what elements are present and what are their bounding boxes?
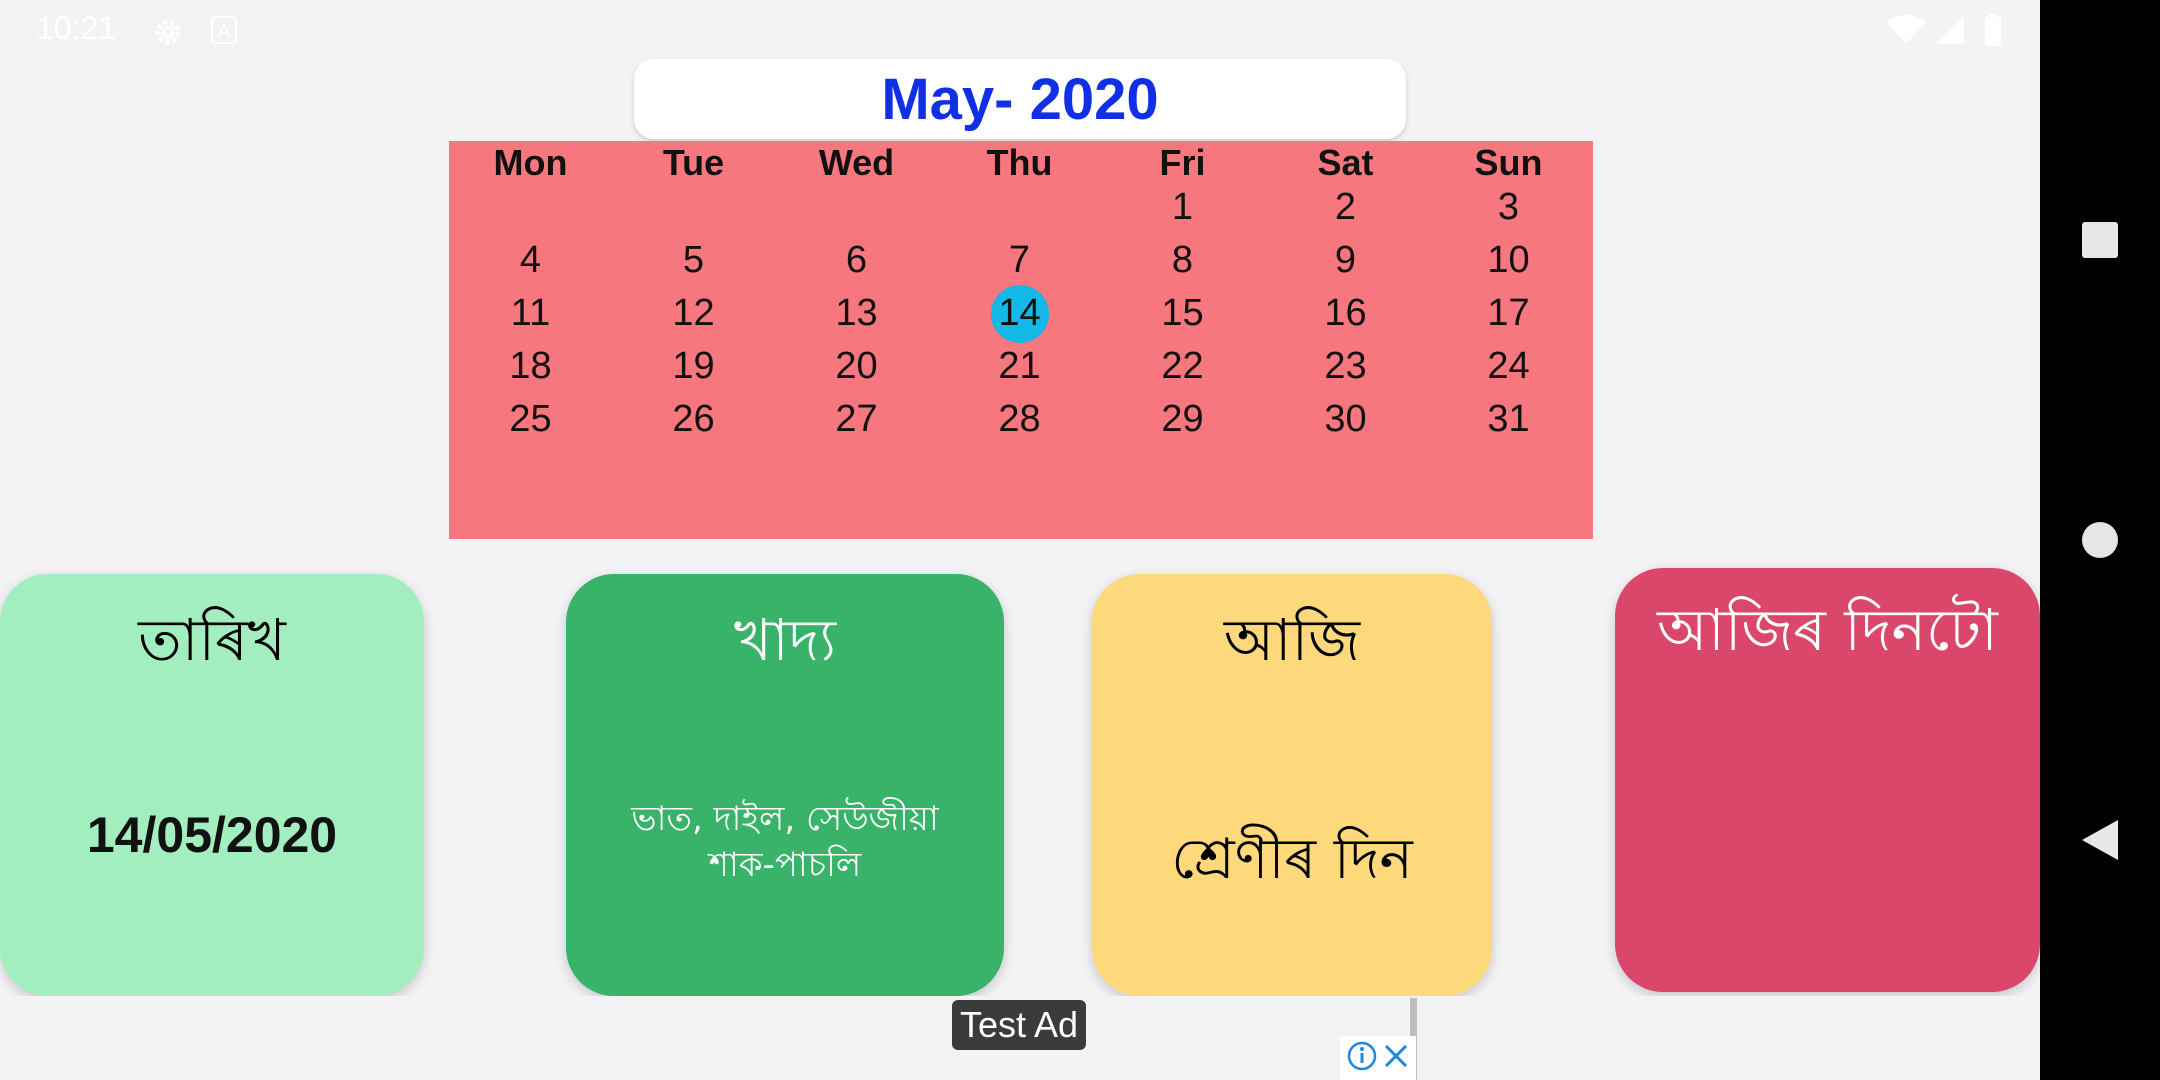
wifi-icon (1886, 14, 1926, 50)
day-cell[interactable]: 20 (775, 340, 938, 393)
a-notification-icon: A (211, 16, 237, 48)
day-cell[interactable]: 31 (1427, 393, 1590, 446)
ad-choices[interactable] (1340, 1036, 1416, 1080)
battery-icon (1984, 14, 2002, 50)
weekday-header-wed: Wed (818, 142, 895, 183)
today-card-title: আজি (1223, 606, 1361, 674)
date-card-value: 14/05/2020 (86, 807, 338, 863)
day-cell[interactable]: 9 (1264, 234, 1427, 287)
day-cell[interactable]: 15 (1101, 287, 1264, 340)
day-cell[interactable]: 19 (612, 340, 775, 393)
today-highlight: 14 (990, 284, 1049, 343)
day-cell[interactable]: 24 (1427, 340, 1590, 393)
day-cell[interactable]: 27 (775, 393, 938, 446)
day-cell[interactable]: 26 (612, 393, 775, 446)
back-icon[interactable] (2040, 780, 2160, 900)
navigation-bar (2040, 0, 2160, 1080)
day-cell[interactable]: 2 (1264, 181, 1427, 234)
day-cell[interactable]: 13 (775, 287, 938, 340)
home-icon[interactable] (2040, 480, 2160, 600)
month-title: May- 2020 (634, 59, 1406, 139)
food-card-value: ভাত, দাইল, সেউজীয়া শাক-পাচলি (631, 799, 939, 885)
today-card-value: শ্ৰেণীৰ দিন (1171, 827, 1413, 892)
cell-signal-icon (1934, 14, 1966, 50)
day-cell[interactable]: 23 (1264, 340, 1427, 393)
day-cell[interactable]: 11 (449, 287, 612, 340)
day-cell[interactable]: 12 (612, 287, 775, 340)
weekday-header-fri: Fri (1159, 142, 1206, 183)
weekday-header-sun: Sun (1474, 142, 1543, 183)
day-cell[interactable]: 29 (1101, 393, 1264, 446)
calendar-grid: Mon Tue Wed Thu Fri Sat Sun 1 2 3 4 5 6 … (449, 141, 1593, 539)
day-cell[interactable]: 21 (938, 340, 1101, 393)
day-cell[interactable]: 3 (1427, 181, 1590, 234)
status-time: 10:21 (36, 10, 117, 46)
settings-icon (152, 16, 184, 52)
ad-close-icon[interactable] (1383, 1043, 1409, 1073)
screen: 10:21 A May- 2020 Mon Tue Wed Thu Fri Sa… (0, 0, 2160, 1080)
weekday-header-tue: Tue (662, 142, 725, 183)
recents-icon[interactable] (2040, 180, 2160, 300)
day-cell[interactable]: 5 (612, 234, 775, 287)
day-cell[interactable]: 6 (775, 234, 938, 287)
test-ad-label: Test Ad (952, 1000, 1086, 1050)
day-cell-today[interactable]: 14 (938, 284, 1101, 343)
food-card-title: খাদ্য (733, 606, 837, 674)
day-cell[interactable]: 4 (449, 234, 612, 287)
day-cell[interactable]: 25 (449, 393, 612, 446)
day-cell[interactable]: 7 (938, 234, 1101, 287)
food-card[interactable]: খাদ্য ভাত, দাইল, সেউজীয়া শাক-পাচলি (566, 574, 1004, 996)
day-cell[interactable]: 8 (1101, 234, 1264, 287)
ad-info-icon[interactable] (1347, 1041, 1377, 1075)
weekday-header-mon: Mon (493, 142, 568, 183)
todays-day-card-title: আজিৰ দিনটো (1657, 596, 1998, 664)
day-cell[interactable]: 30 (1264, 393, 1427, 446)
date-card-title: তাৰিখ (138, 606, 286, 674)
svg-text:A: A (218, 21, 230, 41)
day-cell[interactable]: 17 (1427, 287, 1590, 340)
day-cell[interactable]: 10 (1427, 234, 1590, 287)
weekday-header-thu: Thu (986, 142, 1053, 183)
day-cell[interactable]: 1 (1101, 181, 1264, 234)
day-cell[interactable]: 22 (1101, 340, 1264, 393)
weekday-header-sat: Sat (1317, 142, 1374, 183)
day-cell[interactable]: 18 (449, 340, 612, 393)
today-card[interactable]: আজি শ্ৰেণীৰ দিন (1092, 574, 1492, 996)
date-card[interactable]: তাৰিখ 14/05/2020 (0, 574, 424, 996)
status-bar: 10:21 A (0, 0, 2040, 60)
day-cell[interactable]: 28 (938, 393, 1101, 446)
day-cell[interactable]: 16 (1264, 287, 1427, 340)
todays-day-card[interactable]: আজিৰ দিনটো (1615, 568, 2040, 992)
